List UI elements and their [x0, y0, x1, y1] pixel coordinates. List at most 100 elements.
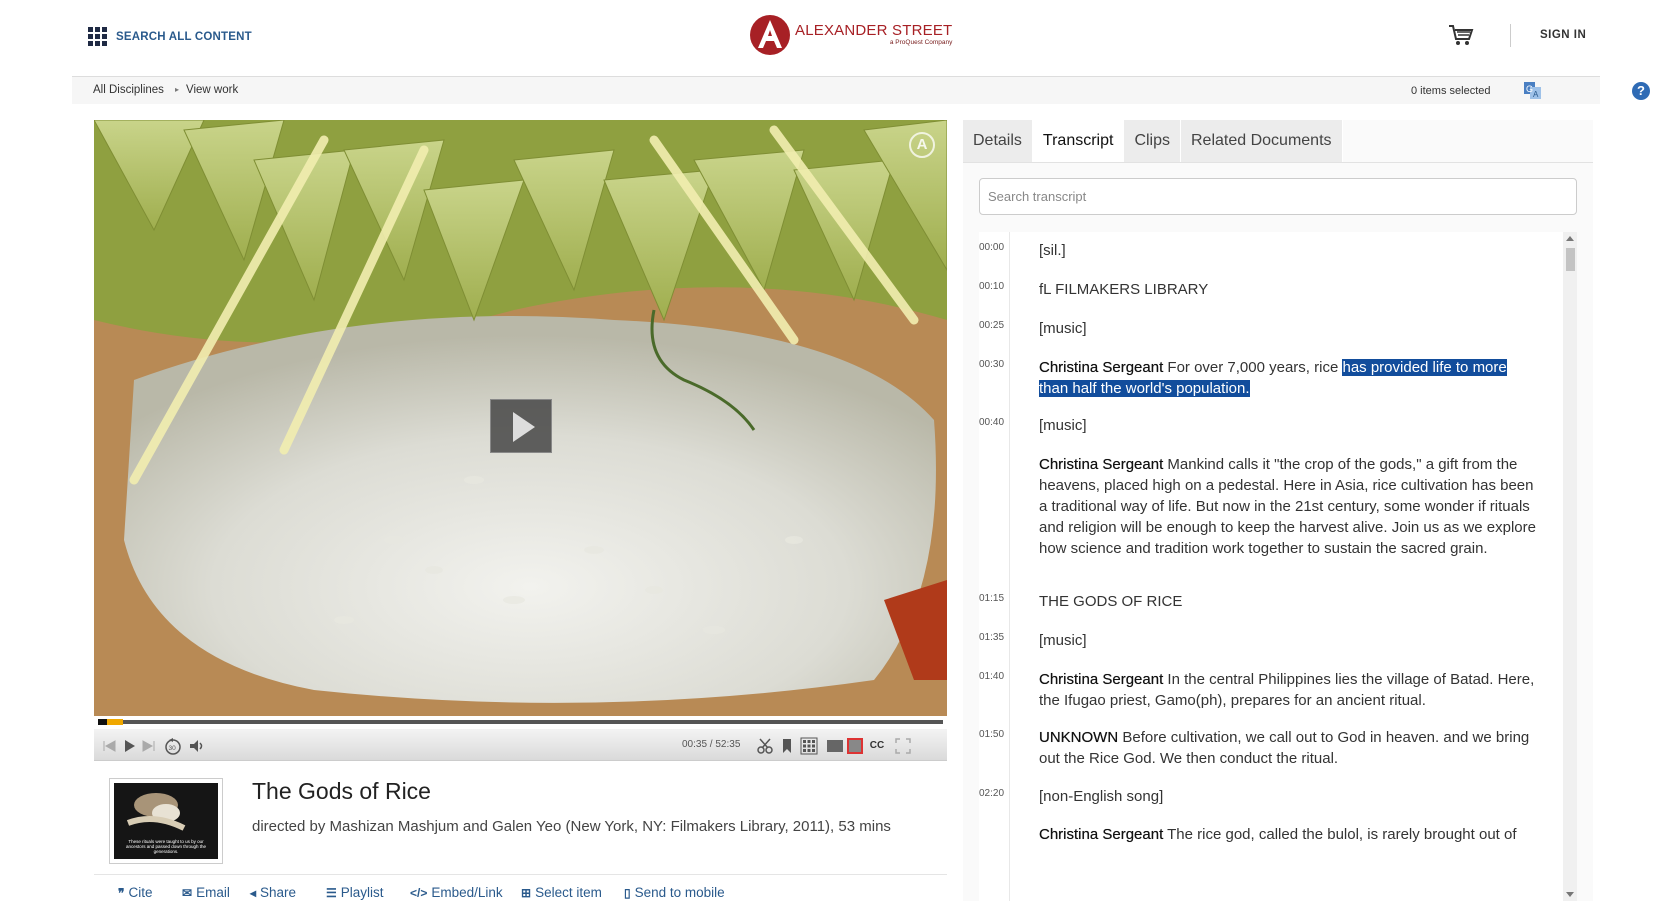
transcript-text: THE GODS OF RICE: [1039, 591, 1539, 612]
clip-scissors-icon[interactable]: [756, 737, 774, 755]
current-time: 00:35: [682, 739, 708, 750]
previous-icon[interactable]: [100, 737, 118, 755]
scroll-down-icon[interactable]: [1566, 892, 1574, 897]
rewind-30-icon[interactable]: 30: [164, 737, 182, 755]
tab-transcript[interactable]: Transcript: [1032, 120, 1125, 162]
transcript-text: [music]: [1039, 318, 1539, 339]
bookmark-icon[interactable]: [778, 737, 796, 755]
closed-captions-button[interactable]: CC: [868, 737, 886, 755]
transcript-search-input[interactable]: [979, 178, 1577, 215]
grid-menu-icon: [88, 27, 107, 46]
action-label: Share: [260, 885, 297, 900]
playlist-link[interactable]: ☰ Playlist: [326, 885, 384, 900]
breadcrumb-view-work: View work: [186, 84, 239, 96]
svg-text:30: 30: [169, 745, 177, 752]
work-title: The Gods of Rice: [252, 778, 431, 804]
code-icon: </>: [410, 885, 428, 900]
share-link[interactable]: ◂ Share: [250, 885, 296, 900]
play-icon[interactable]: [120, 737, 138, 755]
transcript-scrollbar[interactable]: [1563, 232, 1577, 901]
action-label: Playlist: [340, 885, 384, 900]
send-to-mobile-link[interactable]: ▯ Send to mobile: [624, 885, 725, 900]
logo-name: ALEXANDER STREET: [795, 22, 953, 40]
help-icon[interactable]: ?: [1632, 82, 1650, 100]
transcript-list[interactable]: 00:00 [sil.] 00:10 fL FILMAKERS LIBRARY 00:2…: [979, 232, 1577, 901]
transcript-timestamp[interactable]: 01:15: [979, 593, 1023, 604]
utterance-text: [sil.]: [1039, 242, 1066, 259]
action-label: Send to mobile: [634, 885, 725, 900]
quote-icon: ❞: [118, 885, 125, 900]
email-icon: ✉: [182, 885, 193, 900]
plus-square-icon: ⊞: [521, 885, 532, 900]
video-frame[interactable]: A: [94, 120, 947, 716]
transcript-timestamp[interactable]: 02:20: [979, 788, 1023, 799]
next-icon[interactable]: [140, 737, 158, 755]
utterance-text: [music]: [1039, 320, 1087, 337]
alexander-street-logo[interactable]: ALEXANDER STREET a ProQuest Company: [749, 14, 952, 56]
transcript-text: Christina Sergeant Mankind calls it "the…: [1039, 454, 1539, 559]
speaker-name: Christina Sergeant: [1039, 826, 1164, 843]
site-header: SEARCH ALL CONTENT ALEXANDER STREET a Pr…: [0, 0, 1661, 76]
share-icon: ◂: [250, 885, 257, 900]
transcript-text: Christina Sergeant The rice god, called …: [1039, 824, 1539, 845]
scrubber-track: [98, 720, 943, 724]
utterance-text: [music]: [1039, 632, 1087, 649]
volume-icon[interactable]: [188, 737, 206, 755]
utterance-text: The rice god, called the bulol, is rarel…: [1167, 826, 1517, 843]
utterance-text: For over 7,000 years, rice: [1167, 359, 1343, 376]
breadcrumb-bar: All Disciplines ▸ View work 0 items sele…: [72, 76, 1650, 104]
embed-link-link[interactable]: </> Embed/Link: [410, 885, 503, 900]
page: SEARCH ALL CONTENT ALEXANDER STREET a Pr…: [0, 0, 1661, 901]
transcript-timestamp[interactable]: 01:50: [979, 729, 1023, 740]
thumbnail-image: These rituals were taught to us by our a…: [114, 783, 218, 859]
play-button[interactable]: [490, 399, 552, 453]
work-credits: directed by Mashizan Mashjum and Galen Y…: [252, 818, 891, 835]
transcript-text: Christina Sergeant In the central Philip…: [1039, 669, 1539, 711]
transcript-timestamp[interactable]: 00:40: [979, 417, 1023, 428]
logo-subtitle: a ProQuest Company: [889, 39, 953, 47]
transcript-timestamp[interactable]: 01:35: [979, 632, 1023, 643]
header-divider: [1510, 24, 1511, 47]
sign-in-link[interactable]: SIGN IN: [1540, 29, 1586, 41]
speaker-name: Christina Sergeant: [1039, 359, 1164, 376]
select-item-link[interactable]: ⊞ Select item: [521, 885, 602, 900]
side-panel: Details Transcript Clips Related Documents …: [963, 120, 1593, 901]
transcript-timestamp[interactable]: 00:30: [979, 359, 1023, 370]
speaker-name: Christina Sergeant: [1039, 671, 1164, 688]
utterance-text: THE GODS OF RICE: [1039, 593, 1183, 610]
action-label: Select item: [535, 885, 602, 900]
scrollbar-thumb[interactable]: [1566, 248, 1575, 271]
transcript-text: [music]: [1039, 415, 1539, 436]
video-watermark-logo: A: [909, 132, 935, 158]
cart-icon[interactable]: [1448, 24, 1474, 46]
tab-related-documents[interactable]: Related Documents: [1181, 120, 1343, 162]
tab-details[interactable]: Details: [963, 120, 1033, 162]
layout-large-icon[interactable]: [846, 737, 864, 755]
timeline-rule: [1009, 232, 1010, 901]
speaker-name: Christina Sergeant: [1039, 456, 1164, 473]
transcript-timestamp[interactable]: 00:10: [979, 281, 1023, 292]
fullscreen-icon[interactable]: [894, 737, 912, 755]
search-all-content-button[interactable]: SEARCH ALL CONTENT: [88, 27, 252, 46]
tab-clips[interactable]: Clips: [1124, 120, 1181, 162]
layout-small-icon[interactable]: [826, 737, 844, 755]
playlist-icon: ☰: [326, 885, 337, 900]
transcript-timestamp[interactable]: 00:00: [979, 242, 1023, 253]
transcript-text: UNKNOWN Before cultivation, we call out …: [1039, 727, 1539, 769]
logo-mark-icon: [750, 15, 790, 55]
breadcrumb-all-disciplines[interactable]: All Disciplines: [93, 84, 164, 96]
transcript-timestamp[interactable]: 01:40: [979, 671, 1023, 682]
cite-link[interactable]: ❞ Cite: [118, 885, 152, 900]
video-scrubber[interactable]: [94, 716, 947, 728]
translate-icon[interactable]: G A: [1524, 82, 1541, 99]
speaker-name: UNKNOWN: [1039, 729, 1119, 746]
selected-items-count[interactable]: 0 items selected: [1411, 85, 1490, 97]
search-all-content-label: SEARCH ALL CONTENT: [116, 30, 252, 43]
grid-view-icon[interactable]: [800, 737, 818, 755]
scrubber-handle[interactable]: [98, 719, 107, 725]
transcript-timestamp[interactable]: 00:25: [979, 320, 1023, 331]
work-thumbnail[interactable]: These rituals were taught to us by our a…: [109, 778, 223, 864]
email-link[interactable]: ✉ Email: [182, 885, 230, 900]
time-readout: 00:35 / 52:35: [682, 739, 740, 750]
scroll-up-icon[interactable]: [1566, 236, 1574, 241]
